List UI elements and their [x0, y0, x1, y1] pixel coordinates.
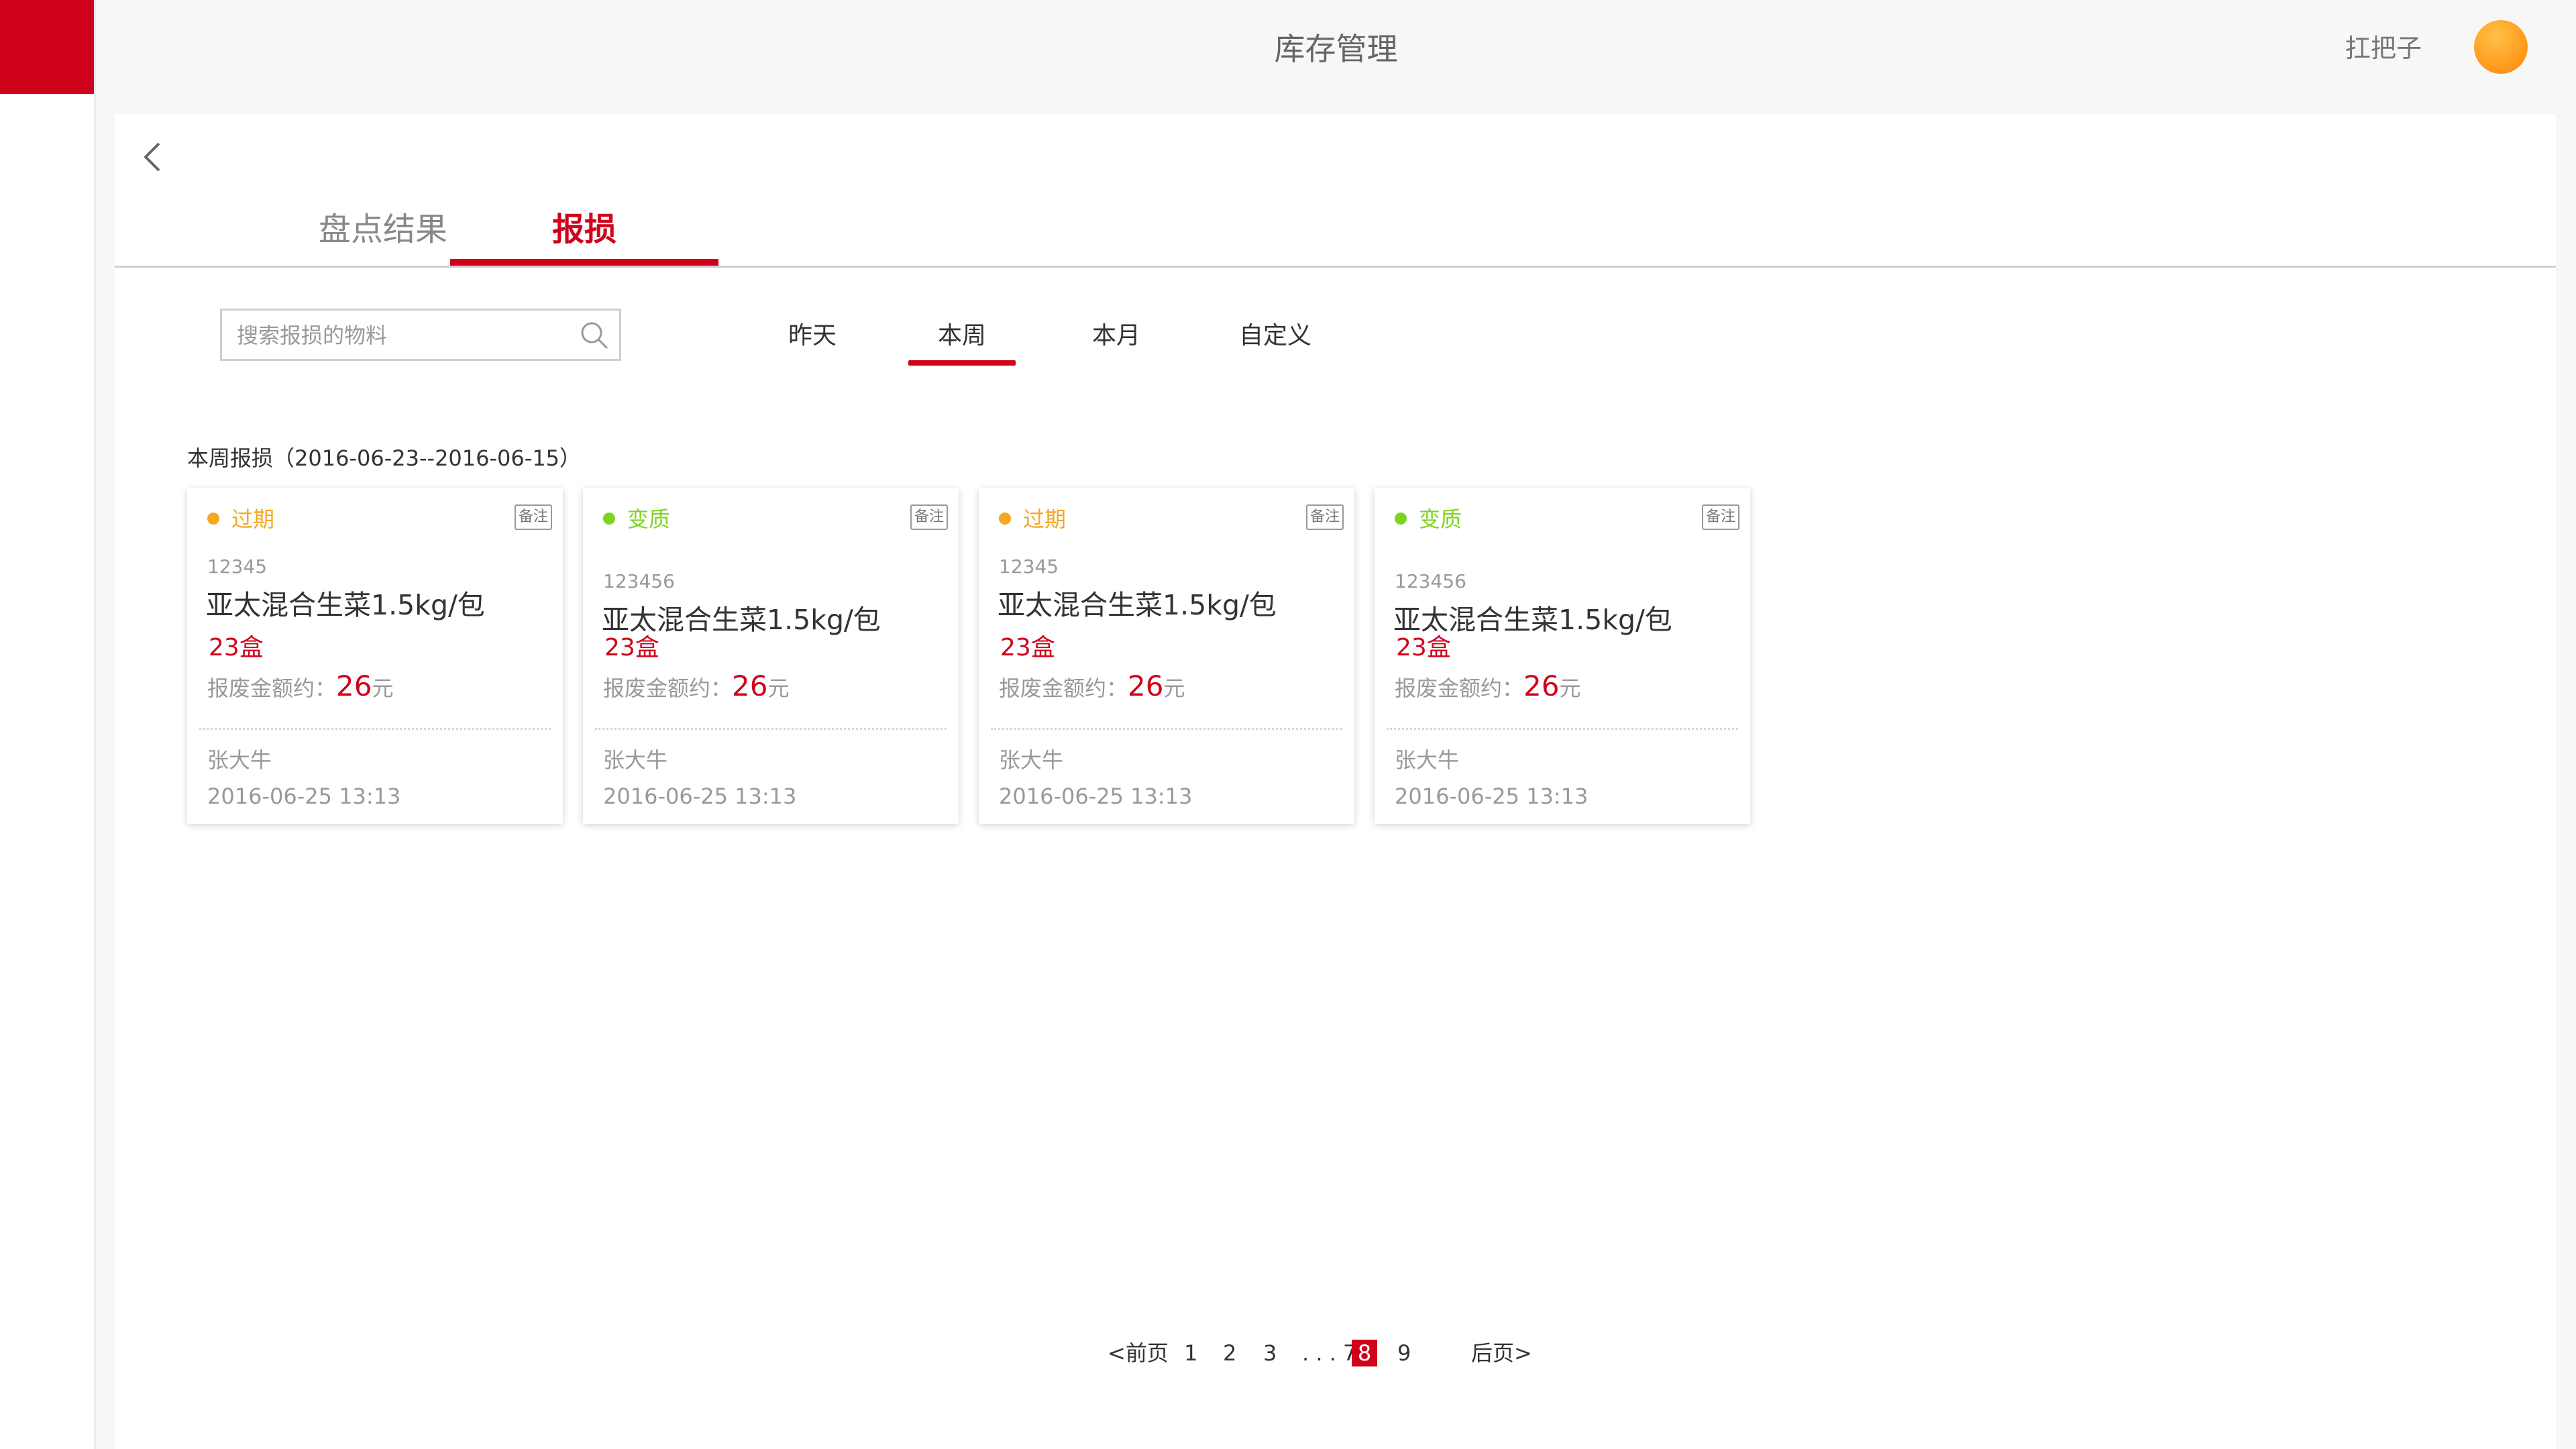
amount-unit: 元 — [767, 676, 790, 701]
reporter-name: 张大牛 — [207, 747, 272, 773]
status-label: 过期 — [231, 506, 275, 532]
page-link-current[interactable]: 8 — [1352, 1340, 1377, 1366]
status-badge: 变质 — [1395, 503, 1462, 535]
next-page-link[interactable]: 后页> — [1471, 1333, 1532, 1373]
page-link-1[interactable]: 1 — [1184, 1333, 1197, 1373]
page-link-ellipsis-7[interactable]: . . . 7 — [1302, 1333, 1356, 1373]
status-badge: 过期 — [999, 503, 1066, 535]
scrap-amount: 报废金额约：26元 — [207, 669, 393, 702]
chevron-left-icon — [144, 142, 160, 172]
brand-logo-block[interactable] — [0, 0, 94, 94]
search-icon[interactable] — [579, 320, 610, 351]
active-filter-indicator — [908, 360, 1016, 366]
status-label: 变质 — [1419, 506, 1462, 532]
status-dot-icon — [999, 513, 1011, 525]
quantity: 23盒 — [1000, 634, 1055, 661]
search-box — [220, 309, 621, 361]
loss-card[interactable]: 过期 备注 12345 亚太混合生菜1.5kg/包 23盒 报废金额约：26元 … — [979, 488, 1354, 824]
note-button[interactable]: 备注 — [1702, 504, 1739, 530]
amount-label: 报废金额约： — [999, 676, 1128, 701]
filter-yesterday[interactable]: 昨天 — [759, 314, 866, 361]
amount-value: 26 — [732, 669, 768, 702]
status-dot-icon — [207, 513, 219, 525]
status-label: 过期 — [1023, 506, 1067, 532]
reporter-name: 张大牛 — [603, 747, 668, 773]
reporter-name: 张大牛 — [1395, 747, 1460, 773]
divider — [991, 728, 1342, 730]
page-link-9[interactable]: 9 — [1397, 1333, 1411, 1373]
user-name[interactable]: 扛把子 — [2345, 30, 2422, 67]
scrap-amount: 报废金额约：26元 — [1395, 669, 1580, 702]
loss-card[interactable]: 过期 备注 12345 亚太混合生菜1.5kg/包 23盒 报废金额约：26元 … — [187, 488, 563, 824]
active-tab-indicator — [450, 259, 718, 266]
main-panel: 盘点结果 报损 昨天 本周 本月 自定义 本周报损（2016-06-23--20… — [115, 114, 2556, 1449]
amount-value: 26 — [1523, 669, 1560, 702]
sidebar — [0, 0, 96, 1449]
divider — [595, 728, 947, 730]
scrap-amount: 报废金额约：26元 — [603, 669, 789, 702]
quantity: 23盒 — [209, 634, 264, 661]
quantity: 23盒 — [1396, 634, 1451, 661]
item-code: 12345 — [999, 555, 1059, 578]
report-date: 2016-06-25 13:13 — [207, 784, 401, 809]
status-badge: 过期 — [207, 503, 274, 535]
divider — [1387, 728, 1738, 730]
amount-value: 26 — [1128, 669, 1164, 702]
page-title: 库存管理 — [1274, 31, 1398, 67]
note-button[interactable]: 备注 — [910, 504, 948, 530]
period-label: 本周报损（2016-06-23--2016-06-15） — [187, 445, 582, 471]
scrap-amount: 报废金额约：26元 — [999, 669, 1185, 702]
item-code: 123456 — [1395, 570, 1466, 592]
back-button[interactable] — [136, 136, 170, 178]
item-code: 123456 — [603, 570, 675, 592]
report-date: 2016-06-25 13:13 — [999, 784, 1193, 809]
note-button[interactable]: 备注 — [515, 504, 552, 530]
amount-label: 报废金额约： — [603, 676, 733, 701]
filter-this-month[interactable]: 本月 — [1063, 314, 1170, 361]
filter-this-week[interactable]: 本周 — [908, 314, 1016, 361]
filter-custom[interactable]: 自定义 — [1215, 314, 1336, 361]
item-code: 12345 — [207, 555, 268, 578]
report-date: 2016-06-25 13:13 — [603, 784, 797, 809]
tab-bar: 盘点结果 报损 — [115, 188, 2556, 268]
status-dot-icon — [1395, 513, 1407, 525]
divider — [199, 728, 551, 730]
report-date: 2016-06-25 13:13 — [1395, 784, 1589, 809]
page-link-2[interactable]: 2 — [1223, 1333, 1236, 1373]
amount-value: 26 — [336, 669, 372, 702]
amount-unit: 元 — [372, 676, 394, 701]
avatar[interactable] — [2474, 20, 2528, 74]
status-label: 变质 — [627, 506, 671, 532]
note-button[interactable]: 备注 — [1306, 504, 1344, 530]
amount-label: 报废金额约： — [207, 676, 337, 701]
loss-card[interactable]: 变质 备注 123456 亚太混合生菜1.5kg/包 23盒 报废金额约：26元… — [1375, 488, 1750, 824]
status-badge: 变质 — [603, 503, 670, 535]
top-bar: 库存管理 扛把子 — [96, 0, 2576, 114]
reporter-name: 张大牛 — [999, 747, 1064, 773]
tab-loss-report[interactable]: 报损 — [450, 188, 718, 266]
prev-page-link[interactable]: <前页 — [1108, 1333, 1169, 1373]
amount-unit: 元 — [1163, 676, 1185, 701]
page-link-3[interactable]: 3 — [1263, 1333, 1277, 1373]
product-name: 亚太混合生菜1.5kg/包 — [998, 589, 1277, 621]
amount-label: 报废金额约： — [1395, 676, 1524, 701]
loss-card[interactable]: 变质 备注 123456 亚太混合生菜1.5kg/包 23盒 报废金额约：26元… — [583, 488, 959, 824]
product-name: 亚太混合生菜1.5kg/包 — [206, 589, 485, 621]
amount-unit: 元 — [1559, 676, 1581, 701]
quantity: 23盒 — [604, 634, 659, 661]
status-dot-icon — [603, 513, 615, 525]
search-input[interactable] — [235, 311, 560, 360]
